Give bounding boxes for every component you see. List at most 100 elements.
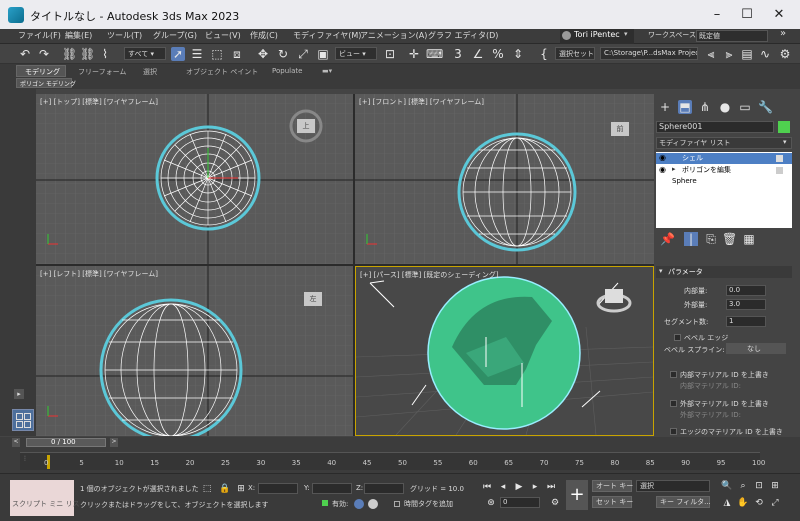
orbit-icon[interactable]: ⟲ — [752, 496, 766, 510]
outer-mat-checkbox[interactable] — [670, 400, 677, 407]
undo-icon[interactable]: ↶ — [18, 47, 32, 61]
stack-item-sphere[interactable]: Sphere — [656, 177, 792, 188]
maximize-viewport-icon[interactable]: ⤢ — [768, 496, 782, 510]
modifier-list-dropdown[interactable]: モディファイヤ リスト ▾ — [656, 137, 792, 149]
viewport-top-label[interactable]: [+] [トップ] [標準] [ワイヤフレーム] — [40, 97, 158, 107]
menu-edit[interactable]: 編集(E) — [65, 30, 92, 41]
viewport-perspective[interactable]: [+] [パース] [標準] [既定のシェーディング] — [355, 266, 654, 436]
modify-tab-icon[interactable]: ⬒ — [678, 100, 692, 114]
place-icon[interactable]: ▣ — [316, 47, 330, 61]
workspace-dropdown[interactable]: 既定値 — [696, 30, 768, 42]
menu-graph-editors[interactable]: グラフ エディタ(D) — [428, 30, 498, 41]
lock-icon[interactable]: 🔒 — [218, 482, 232, 496]
project-folder-dropdown[interactable]: C:\Storage\P...dsMax Project ▾ — [600, 47, 698, 60]
viewport-layout-button[interactable] — [12, 409, 34, 431]
menu-view[interactable]: ビュー(V) — [205, 30, 241, 41]
menu-create[interactable]: 作成(C) — [250, 30, 278, 41]
ribbon-options-icon[interactable]: ▬▾ — [322, 67, 332, 75]
select-by-name-icon[interactable]: ☰ — [190, 47, 204, 61]
expand-layout-icon[interactable]: ▸ — [14, 389, 24, 399]
rectangular-region-icon[interactable]: ⬚ — [210, 47, 224, 61]
utilities-tab-icon[interactable]: 🔧 — [758, 100, 773, 114]
zoom-all-icon[interactable]: ⌕ — [736, 479, 750, 493]
viewcube-front[interactable]: 前 — [611, 122, 629, 136]
menu-tools[interactable]: ツール(T) — [107, 30, 142, 41]
expand-triangle-icon[interactable]: ▸ — [672, 165, 676, 173]
viewport-left[interactable]: [+] [レフト] [標準] [ワイヤフレーム] 左 — [36, 266, 353, 436]
enabled-toggle-icon-2[interactable] — [368, 499, 378, 509]
reference-coordinate-dropdown[interactable]: ビュー ▾ — [335, 47, 377, 60]
z-coordinate-field[interactable] — [364, 483, 404, 494]
absolute-mode-icon[interactable]: ⊞ — [234, 482, 248, 496]
tab-selection[interactable]: 選択 — [143, 67, 157, 77]
tab-freeform[interactable]: フリーフォーム — [78, 67, 126, 77]
display-tab-icon[interactable]: ▭ — [738, 100, 752, 114]
object-name-field[interactable]: Sphere001 — [656, 121, 774, 133]
pin-stack-icon[interactable]: 📌 — [660, 232, 675, 246]
time-prev-icon[interactable]: < — [12, 438, 20, 447]
viewport-perspective-label[interactable]: [+] [パース] [標準] [既定のシェーディング] — [360, 270, 499, 280]
play-icon[interactable]: ▶ — [512, 480, 526, 494]
goto-end-icon[interactable]: ⏭ — [544, 480, 558, 494]
scale-icon[interactable]: ⤢ — [296, 47, 310, 61]
stack-item-checkbox[interactable] — [776, 155, 783, 162]
hierarchy-tab-icon[interactable]: ⋔ — [698, 100, 712, 114]
key-selection-dropdown[interactable]: 選択 — [636, 480, 710, 492]
angle-snap-icon[interactable]: ∠ — [471, 47, 485, 61]
move-icon[interactable]: ✥ — [256, 47, 270, 61]
zoom-icon[interactable]: 🔍 — [720, 479, 734, 493]
object-color-swatch[interactable] — [778, 121, 790, 133]
x-coordinate-field[interactable] — [258, 483, 298, 494]
edit-named-selection-icon[interactable]: { — [537, 47, 551, 61]
eye-icon[interactable]: ◉ — [659, 153, 666, 162]
time-next-icon[interactable]: > — [110, 438, 118, 447]
edge-mat-checkbox[interactable] — [670, 428, 677, 435]
isolate-icon[interactable]: ⬚ — [200, 482, 214, 496]
tab-populate[interactable]: Populate — [272, 67, 302, 75]
track-bar-filter-icon[interactable]: ⫶ — [24, 455, 26, 464]
viewcube-left[interactable]: 左 — [304, 292, 322, 306]
stack-item-checkbox[interactable] — [776, 167, 783, 174]
viewcube-top[interactable]: 上 — [297, 119, 315, 133]
unlink-icon[interactable]: ⛓ — [80, 47, 95, 61]
set-key-mode-button[interactable]: セット キー — [592, 496, 633, 508]
outer-amount-spinner[interactable]: 3.0 — [726, 299, 766, 310]
viewport-front-label[interactable]: [+] [フロント] [標準] [ワイヤフレーム] — [359, 97, 484, 107]
window-crossing-icon[interactable]: ⧈ — [230, 47, 244, 61]
maximize-button[interactable]: ☐ — [732, 4, 762, 26]
bevel-edge-checkbox[interactable] — [674, 334, 681, 341]
tab-object-paint[interactable]: オブジェクト ペイント — [186, 67, 258, 77]
adaptive-degradation-icon[interactable] — [322, 500, 328, 506]
maxscript-listener[interactable]: スクリプト ミニ リス — [10, 480, 79, 516]
inner-amount-spinner[interactable]: 0.0 — [726, 285, 766, 296]
menu-file[interactable]: ファイル(F) — [18, 30, 61, 41]
selection-filter-dropdown[interactable]: すべて ▾ — [124, 47, 166, 60]
named-selection-dropdown[interactable]: 選択セット作成 — [555, 47, 595, 60]
menu-modifiers[interactable]: モディファイヤ(M) — [293, 30, 361, 41]
add-time-tag[interactable]: 時間タグを追加 — [404, 499, 453, 509]
configure-sets-icon[interactable]: ▦ — [742, 232, 756, 246]
key-filters-button[interactable]: キー フィルタ... — [656, 496, 711, 508]
time-tag-icon[interactable] — [394, 501, 400, 507]
enabled-toggle-icon[interactable] — [354, 499, 364, 509]
next-frame-icon[interactable]: ▸ — [528, 480, 542, 494]
viewport-left-label[interactable]: [+] [レフト] [標準] [ワイヤフレーム] — [40, 269, 158, 279]
set-key-button[interactable]: + — [566, 480, 588, 510]
viewport-top[interactable]: [+] [トップ] [標準] [ワイヤフレーム] 上 — [36, 94, 353, 264]
stack-item-edit-poly[interactable]: ◉ ▸ ポリゴンを編集 — [656, 165, 792, 176]
close-button[interactable]: ✕ — [764, 4, 794, 26]
minimize-button[interactable]: – — [702, 4, 732, 26]
y-coordinate-field[interactable] — [312, 483, 352, 494]
curve-editor-icon[interactable]: ∿ — [758, 47, 772, 61]
mirror-icon[interactable]: ⫷ — [704, 47, 718, 61]
field-of-view-icon[interactable]: ◮ — [720, 496, 734, 510]
menu-group[interactable]: グループ(G) — [153, 30, 197, 41]
viewport-front[interactable]: [+] [フロント] [標準] [ワイヤフレーム] 前 — [355, 94, 654, 264]
time-slider[interactable]: 0 / 100 — [26, 438, 106, 447]
make-unique-icon[interactable]: ⎘ — [704, 232, 718, 246]
tab-modeling[interactable]: モデリング — [16, 65, 66, 77]
key-mode-icon[interactable]: ⊛ — [484, 496, 498, 510]
goto-start-icon[interactable]: ⏮ — [480, 480, 494, 494]
menu-overflow-icon[interactable]: » — [780, 28, 786, 39]
bind-spacewarp-icon[interactable]: ⌇ — [98, 47, 112, 61]
